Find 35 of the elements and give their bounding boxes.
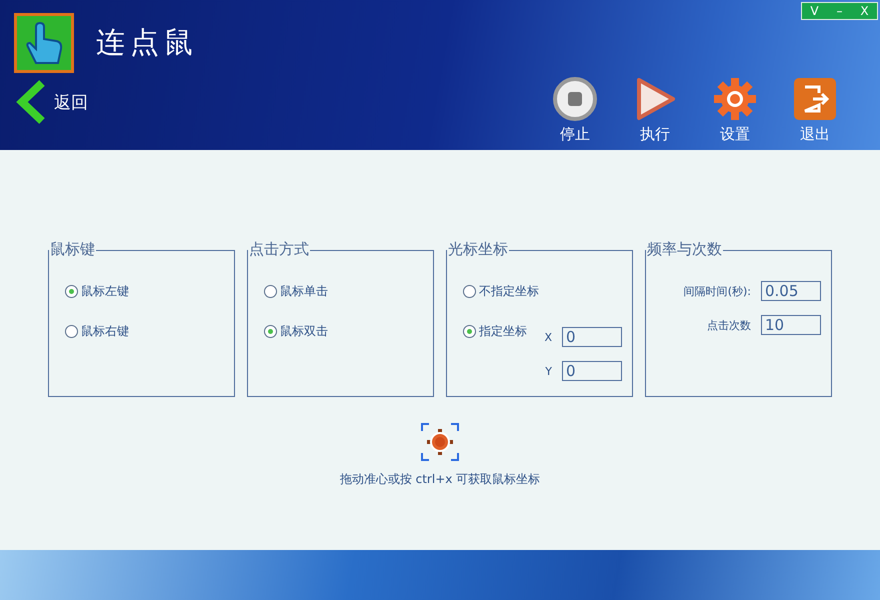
radio-button[interactable]	[463, 284, 476, 298]
field-label: 点击次数	[707, 318, 751, 332]
radio-option[interactable]: 不指定坐标	[463, 281, 539, 301]
group-title: 光标坐标	[447, 240, 509, 259]
input-field[interactable]: 0	[562, 327, 622, 347]
crosshair-hint: 拖动准心或按 ctrl+x 可获取鼠标坐标	[340, 471, 540, 488]
group-title: 频率与次数	[646, 240, 723, 259]
input-field[interactable]: 0	[562, 361, 622, 381]
field-label: 间隔时间(秒):	[684, 284, 751, 298]
window-title: 连点鼠	[96, 24, 198, 61]
stop-icon	[553, 77, 597, 121]
radio-button[interactable]	[264, 324, 277, 338]
toolbar-button[interactable]: 退出	[790, 77, 840, 144]
field-label: X	[544, 330, 552, 344]
radio-option[interactable]: 指定坐标	[463, 321, 527, 341]
radio-option[interactable]: 鼠标单击	[264, 281, 328, 301]
toolbar-button[interactable]: 设置	[710, 77, 760, 144]
input-field[interactable]: 0.05	[761, 281, 821, 301]
toolbar-button[interactable]: 执行	[630, 77, 680, 144]
exit-icon	[793, 77, 837, 121]
radio-option[interactable]: 鼠标左键	[65, 281, 129, 301]
radio-button[interactable]	[65, 324, 78, 338]
radio-button[interactable]	[264, 284, 277, 298]
toolbar-button[interactable]: 停止	[550, 77, 600, 144]
field-label: Y	[545, 364, 552, 378]
crosshair-icon[interactable]	[420, 423, 459, 461]
group-title: 鼠标键	[49, 240, 96, 259]
back-button[interactable]: 返回	[16, 80, 88, 124]
radio-button[interactable]	[65, 284, 78, 298]
radio-option[interactable]: 鼠标双击	[264, 321, 328, 341]
input-field[interactable]: 10	[761, 315, 821, 335]
radio-button[interactable]	[463, 324, 476, 338]
gear-icon	[713, 77, 757, 121]
radio-option[interactable]: 鼠标右键	[65, 321, 129, 341]
group-title: 点击方式	[248, 240, 310, 259]
